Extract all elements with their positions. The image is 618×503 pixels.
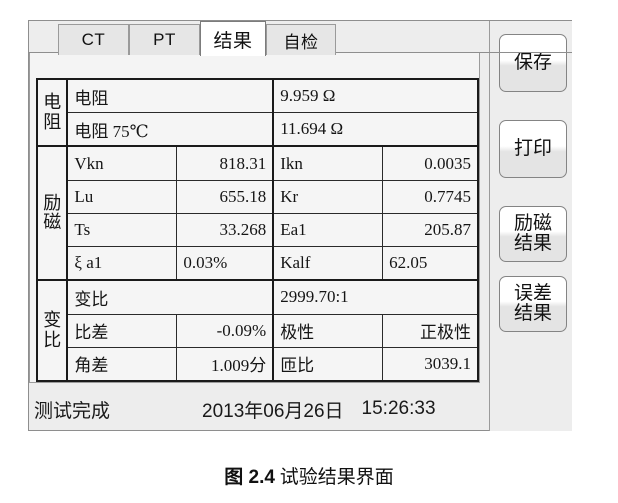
cell-value: 0.0035 <box>382 145 479 181</box>
tab-bar: CT PT 结果 自检 <box>28 20 572 56</box>
cell-value: -0.09% <box>176 313 274 348</box>
table-row: 变 比 变比 2999.70:1 <box>36 279 479 382</box>
status-message: 测试完成 <box>34 400 111 422</box>
cell-value: 0.7745 <box>382 179 479 214</box>
excitation-result-button-label-line2: 结果 <box>513 233 552 254</box>
table-row: Lu 655.18 Kr 0.7745 <box>37 179 479 214</box>
cell-key: Lu <box>66 179 178 214</box>
table-row: 电阻 75℃ 11.694 Ω <box>37 112 479 147</box>
group-label-char: 磁 <box>43 212 62 233</box>
cell-key: 变比 <box>66 279 274 315</box>
cell-value: 1.009分 <box>176 346 274 382</box>
excitation-result-button[interactable]: 励磁 结果 <box>499 206 567 262</box>
cell-value: 655.18 <box>176 179 274 214</box>
cell-value: 2999.70:1 <box>272 279 479 315</box>
group-label-excitation: 励 磁 <box>36 145 69 281</box>
group-label-char: 比 <box>43 329 62 350</box>
group-label-char: 阻 <box>43 111 62 132</box>
cell-key: Vkn <box>66 145 178 181</box>
table-row: Ts 33.268 Ea1 205.87 <box>37 212 479 248</box>
status-date: 2013年06月26日 <box>202 400 344 422</box>
tab-selftest-label: 自检 <box>283 32 319 52</box>
error-result-button[interactable]: 误差 结果 <box>499 276 567 332</box>
cell-value: 9.959 Ω <box>272 78 479 114</box>
cell-value: 62.05 <box>382 246 479 281</box>
figure-number: 图 2.4 <box>224 467 275 488</box>
print-button[interactable]: 打印 <box>499 120 567 178</box>
cell-key: 比差 <box>66 313 178 348</box>
tab-ct-label: CT <box>81 30 106 49</box>
error-result-button-label-line2: 结果 <box>513 303 552 324</box>
cell-key: Ikn <box>272 145 384 181</box>
status-time: 15:26:33 <box>361 398 436 419</box>
tab-ct[interactable]: CT <box>58 24 129 55</box>
figure-caption: 图 2.4 试验结果界面 <box>0 462 618 489</box>
cell-key: Kr <box>272 179 384 214</box>
group-label-resistance: 电 阻 <box>36 77 69 147</box>
tab-pt-label: PT <box>153 30 176 49</box>
group-label-char: 变 <box>43 310 62 331</box>
cell-key: Kalf <box>272 246 384 281</box>
results-table: 电 阻 电阻 9.959 Ω 电阻 75℃ 11.694 Ω 励 磁 Vkn 8… <box>36 77 479 382</box>
save-button-label: 保存 <box>513 51 552 73</box>
cell-key: 电阻 75℃ <box>66 112 274 147</box>
cell-value: 0.03% <box>176 246 274 281</box>
cell-key: 匝比 <box>272 346 384 382</box>
cell-key: 角差 <box>66 346 178 382</box>
cell-value: 正极性 <box>382 313 479 348</box>
cell-value: 3039.1 <box>382 346 479 382</box>
group-label-char: 励 <box>43 192 62 213</box>
group-label-char: 电 <box>43 92 62 113</box>
button-column: 保存 打印 励磁 结果 误差 结果 <box>489 20 572 431</box>
cell-value: 205.87 <box>382 212 479 248</box>
figure-caption-text: 试验结果界面 <box>279 467 394 488</box>
cell-key: 极性 <box>272 313 384 348</box>
table-row: 励 磁 Vkn 818.31 Ikn 0.0035 <box>36 145 479 281</box>
cell-key: ξ a1 <box>66 246 178 281</box>
print-button-label: 打印 <box>513 137 552 159</box>
table-row: 电 阻 电阻 9.959 Ω <box>36 77 479 147</box>
table-row: 角差 1.009分 匝比 3039.1 <box>37 346 479 382</box>
tab-pt[interactable]: PT <box>129 24 200 55</box>
table-row: 比差 -0.09% 极性 正极性 <box>37 313 479 348</box>
excitation-result-button-label-line1: 励磁 <box>513 212 552 234</box>
tab-results[interactable]: 结果 <box>200 21 266 56</box>
table-row: ξ a1 0.03% Kalf 62.05 <box>37 246 479 281</box>
tab-results-label: 结果 <box>213 30 253 52</box>
cell-value: 818.31 <box>176 145 274 181</box>
error-result-button-label-line1: 误差 <box>513 282 552 304</box>
tab-selftest[interactable]: 自检 <box>266 24 336 55</box>
cell-key: Ts <box>66 212 178 248</box>
screenshot-root: CT PT 结果 自检 电 阻 电阻 9.959 Ω 电阻 75℃ 11.694… <box>0 0 618 503</box>
cell-value: 11.694 Ω <box>272 112 479 147</box>
cell-key: 电阻 <box>66 78 274 114</box>
cell-value: 33.268 <box>176 212 274 248</box>
group-label-ratio: 变 比 <box>36 279 69 382</box>
cell-key: Ea1 <box>272 212 384 248</box>
